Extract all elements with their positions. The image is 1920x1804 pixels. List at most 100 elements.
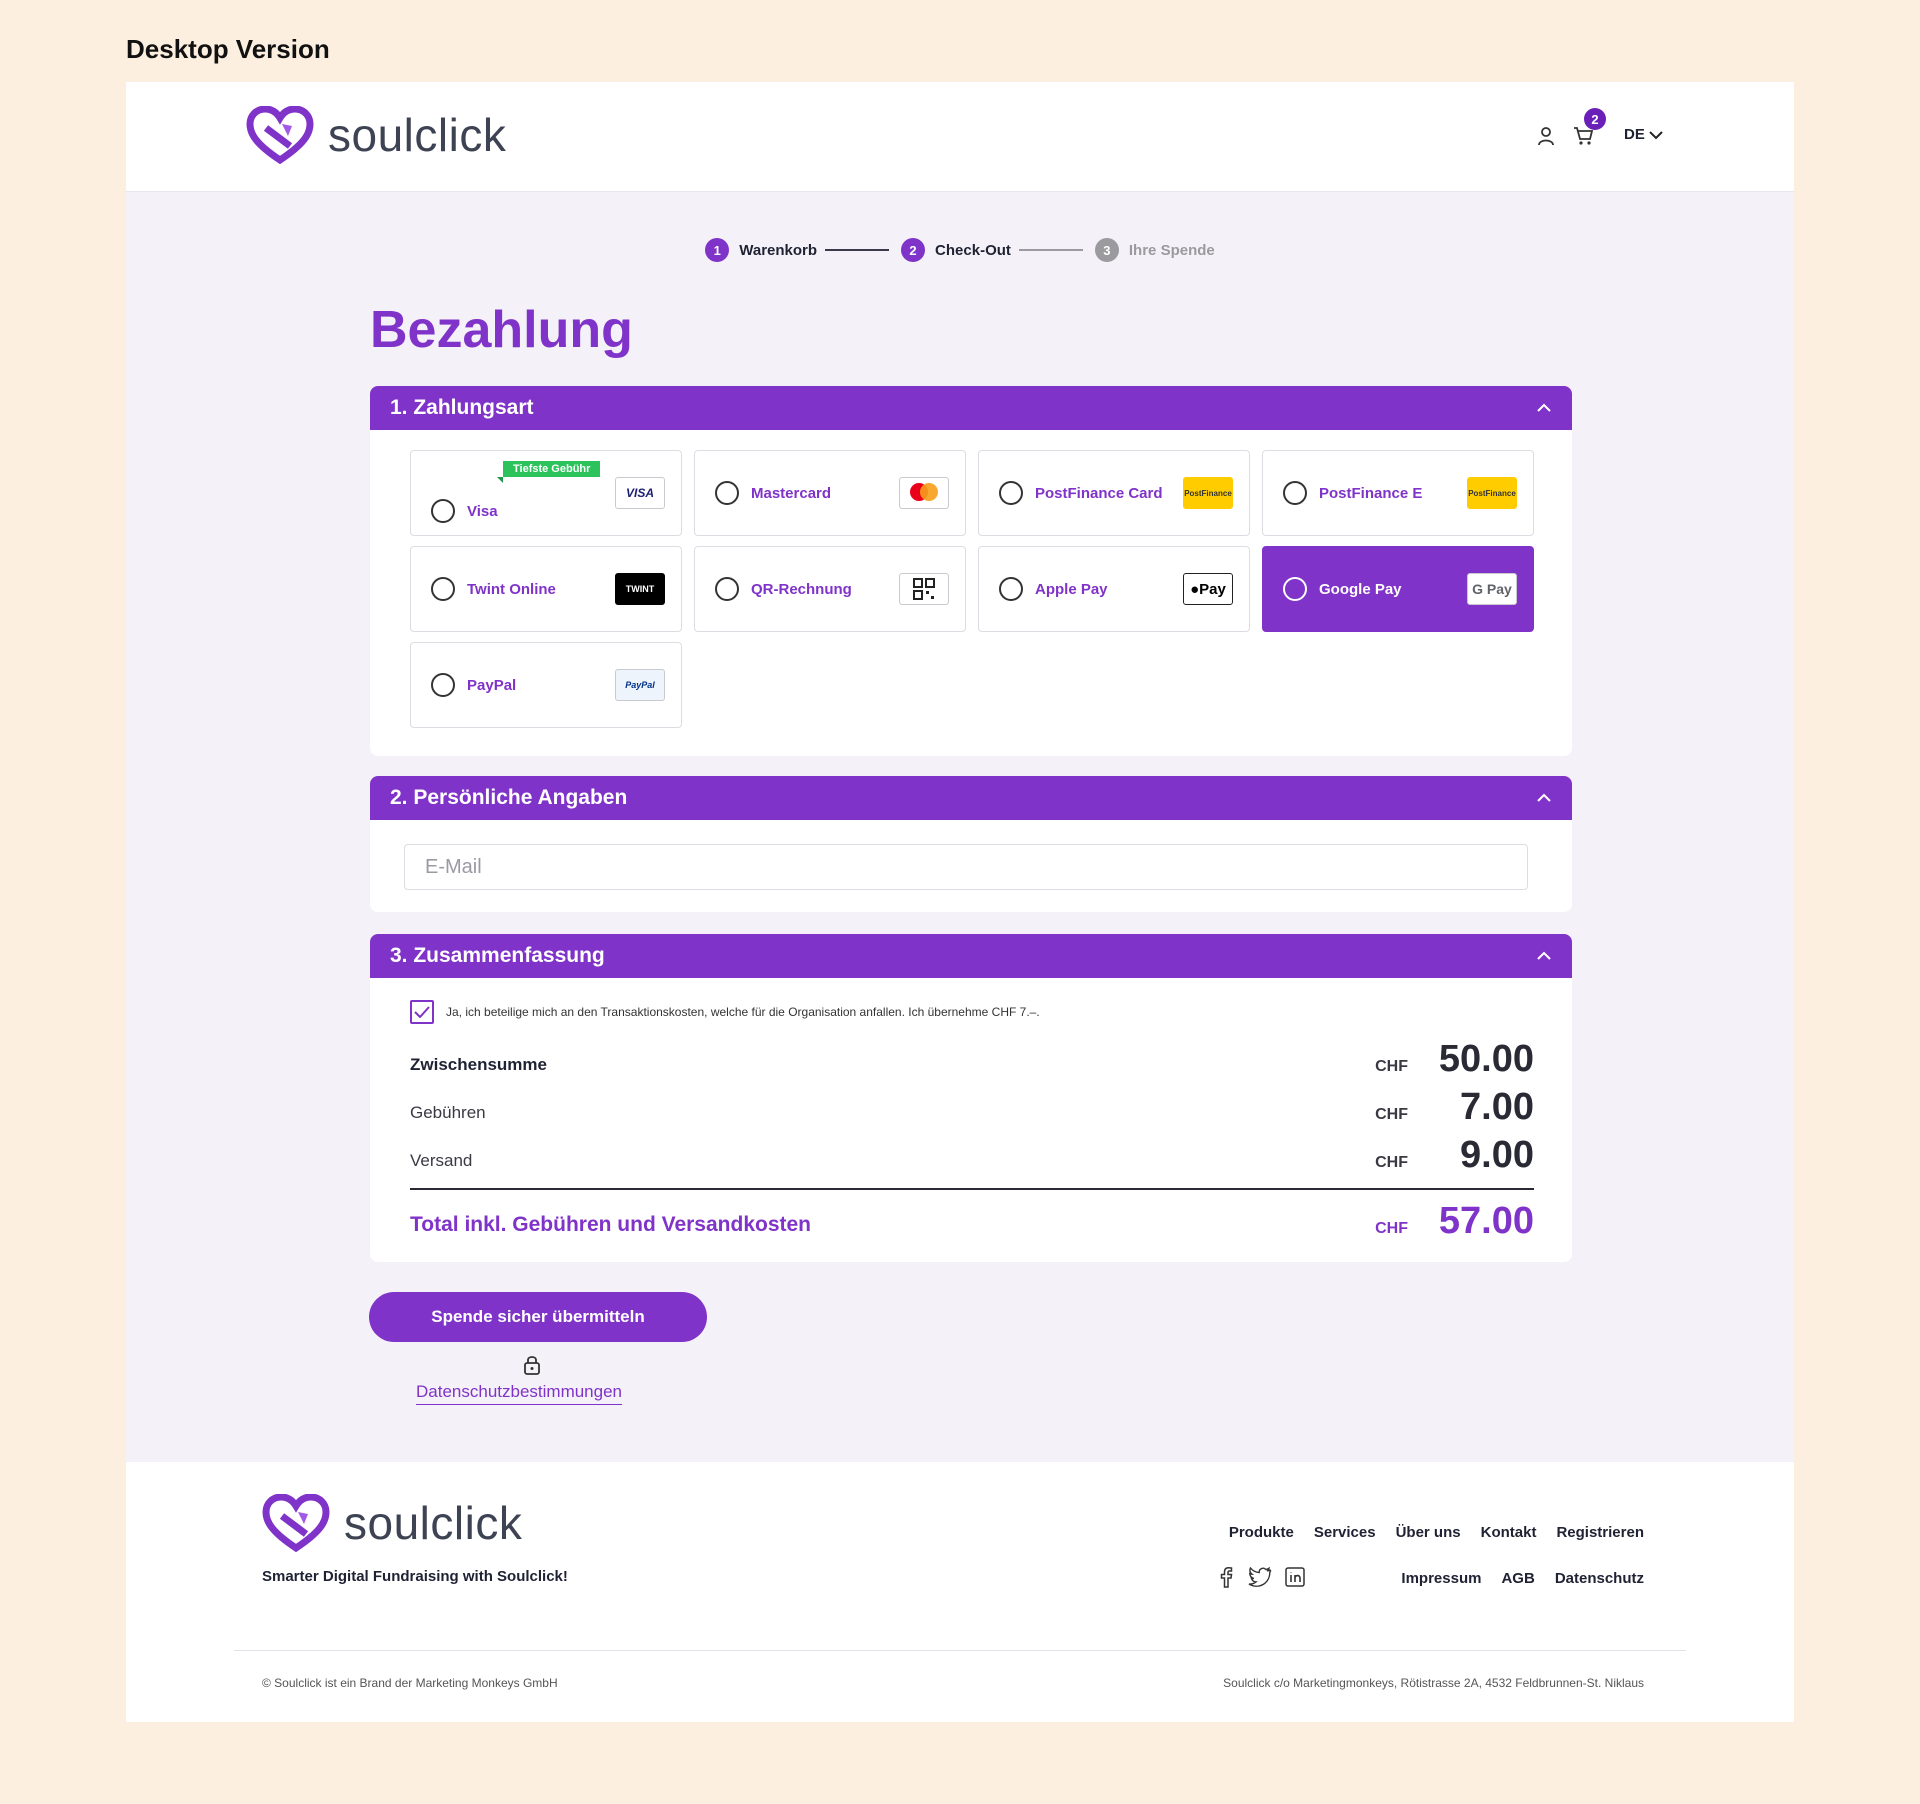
chevron-up-icon[interactable] — [1536, 793, 1552, 803]
language-label: DE — [1624, 126, 1645, 143]
twitter-icon[interactable] — [1248, 1566, 1272, 1588]
payment-option-paypal[interactable]: PayPal PayPal — [410, 642, 682, 728]
payment-label: PostFinance Card — [1035, 484, 1163, 502]
logo-text: soulclick — [344, 1497, 523, 1549]
summary-divider — [410, 1188, 1534, 1190]
language-selector[interactable]: DE — [1624, 126, 1663, 143]
summary-section: 3. Zusammenfassung Ja, ich beteilige mic… — [370, 934, 1572, 1262]
payment-option-postfinance-card[interactable]: PostFinance Card PostFinance — [978, 450, 1250, 536]
step-checkout[interactable]: 2 Check-Out — [901, 238, 1011, 262]
payment-section-header[interactable]: 1. Zahlungsart — [370, 386, 1572, 430]
checkmark-icon — [414, 1006, 430, 1018]
chevron-down-icon — [1649, 130, 1663, 139]
total-label: Total inkl. Gebühren und Versandkosten — [410, 1213, 812, 1236]
payment-option-qr-rechnung[interactable]: QR-Rechnung — [694, 546, 966, 632]
footer-link-datenschutz[interactable]: Datenschutz — [1555, 1570, 1644, 1587]
chevron-up-icon[interactable] — [1536, 403, 1552, 413]
payment-option-apple-pay[interactable]: Apple Pay ● Pay — [978, 546, 1250, 632]
payment-option-postfinance-e[interactable]: PostFinance E PostFinance — [1262, 450, 1534, 536]
payment-option-twint[interactable]: Twint Online TWINT — [410, 546, 682, 632]
apple-pay-logo-icon: ● Pay — [1183, 573, 1233, 605]
radio-button[interactable] — [431, 577, 455, 601]
currency-label: CHF — [1375, 1106, 1408, 1123]
summary-label: Gebühren — [410, 1103, 486, 1122]
logo-text: soulclick — [328, 109, 507, 161]
footer-logo[interactable]: soulclick — [262, 1494, 522, 1552]
payment-option-mastercard[interactable]: Mastercard — [694, 450, 966, 536]
postfinance-logo-icon: PostFinance — [1183, 477, 1233, 509]
payment-label: Twint Online — [467, 580, 556, 598]
payment-label: Apple Pay — [1035, 580, 1108, 598]
summary-label: Versand — [410, 1151, 473, 1170]
section-title: 1. Zahlungsart — [390, 396, 534, 419]
footer-link-produkte[interactable]: Produkte — [1229, 1524, 1294, 1541]
radio-button[interactable] — [715, 481, 739, 505]
radio-button-selected[interactable] — [1283, 577, 1307, 601]
section-title: 3. Zusammenfassung — [390, 944, 605, 967]
currency-label: CHF — [1375, 1058, 1408, 1075]
privacy-policy-link[interactable]: Datenschutzbestimmungen — [416, 1382, 623, 1405]
page-caption: Desktop Version — [126, 34, 330, 64]
lock-icon — [524, 1356, 540, 1375]
footer-tagline: Smarter Digital Fundraising with Soulcli… — [262, 1568, 568, 1585]
consent-checkbox[interactable] — [410, 1000, 434, 1024]
summary-amount: 9.00 — [1460, 1134, 1534, 1176]
radio-button[interactable] — [999, 481, 1023, 505]
step-warenkorb[interactable]: 1 Warenkorb — [705, 238, 817, 262]
personal-section-header[interactable]: 2. Persönliche Angaben — [370, 776, 1572, 820]
footer-link-kontakt[interactable]: Kontakt — [1481, 1524, 1537, 1541]
footer-address: Soulclick c/o Marketingmonkeys, Rötistra… — [1223, 1676, 1644, 1690]
consent-row: Ja, ich beteilige mich an den Transaktio… — [410, 1000, 1040, 1024]
footer-link-agb[interactable]: AGB — [1501, 1570, 1534, 1587]
radio-button[interactable] — [1283, 481, 1307, 505]
step-ihre-spende: 3 Ihre Spende — [1094, 238, 1215, 262]
page-title: Bezahlung — [370, 301, 633, 359]
step-label: Check-Out — [935, 241, 1011, 259]
submit-donation-button[interactable]: Spende sicher übermitteln — [369, 1292, 707, 1342]
checkout-steps: 1 Warenkorb 2 Check-Out 3 Ihre Spende — [126, 238, 1794, 262]
footer-legal-nav: Impressum AGB Datenschutz — [1401, 1570, 1644, 1587]
google-pay-logo-icon: G Pay — [1467, 573, 1517, 605]
summary-row-shipping: Versand CHF 9.00 — [410, 1134, 1534, 1177]
payment-label: Google Pay — [1319, 580, 1402, 598]
summary-section-header[interactable]: 3. Zusammenfassung — [370, 934, 1572, 978]
radio-button[interactable] — [431, 673, 455, 697]
header-logo[interactable]: soulclick — [246, 106, 506, 164]
user-account-icon[interactable] — [1532, 122, 1560, 150]
linkedin-icon[interactable] — [1284, 1566, 1306, 1588]
payment-method-grid: Tiefste Gebühr Visa VISA Mastercard Post… — [410, 450, 1534, 728]
heart-logo-icon — [262, 1494, 330, 1552]
step-number: 2 — [901, 238, 926, 262]
step-connector — [1018, 249, 1083, 251]
payment-option-google-pay[interactable]: Google Pay G Pay — [1262, 546, 1534, 632]
footer-link-impressum[interactable]: Impressum — [1401, 1570, 1481, 1587]
payment-label: PostFinance E — [1319, 484, 1423, 502]
footer-link-registrieren[interactable]: Registrieren — [1556, 1524, 1644, 1541]
footer-link-ueber-uns[interactable]: Über uns — [1396, 1524, 1461, 1541]
summary-amount: 50.00 — [1438, 1038, 1534, 1080]
payment-label: QR-Rechnung — [751, 580, 852, 598]
radio-button[interactable] — [431, 499, 455, 523]
heart-logo-icon — [246, 106, 314, 164]
footer-link-services[interactable]: Services — [1314, 1524, 1376, 1541]
facebook-icon[interactable] — [1216, 1566, 1236, 1588]
radio-button[interactable] — [715, 577, 739, 601]
total-amount: 57.00 — [1438, 1200, 1534, 1242]
paypal-logo-icon: PayPal — [615, 669, 665, 701]
email-input[interactable] — [404, 844, 1528, 890]
social-links — [1216, 1566, 1306, 1588]
payment-label: Mastercard — [751, 484, 832, 502]
payment-method-section: 1. Zahlungsart Tiefste Gebühr Visa VISA … — [370, 386, 1572, 756]
mastercard-logo-icon — [899, 477, 949, 509]
payment-option-visa[interactable]: Tiefste Gebühr Visa VISA — [410, 450, 682, 536]
visa-logo-icon: VISA — [615, 477, 665, 509]
site-header: soulclick 2 DE — [126, 82, 1794, 192]
currency-label: CHF — [1375, 1220, 1408, 1237]
currency-label: CHF — [1375, 1154, 1408, 1171]
step-number: 3 — [1094, 238, 1119, 262]
cart-count-badge: 2 — [1584, 108, 1606, 130]
footer-divider — [234, 1650, 1686, 1651]
chevron-up-icon[interactable] — [1536, 951, 1552, 961]
radio-button[interactable] — [999, 577, 1023, 601]
summary-row-subtotal: Zwischensumme CHF 50.00 — [410, 1038, 1534, 1081]
